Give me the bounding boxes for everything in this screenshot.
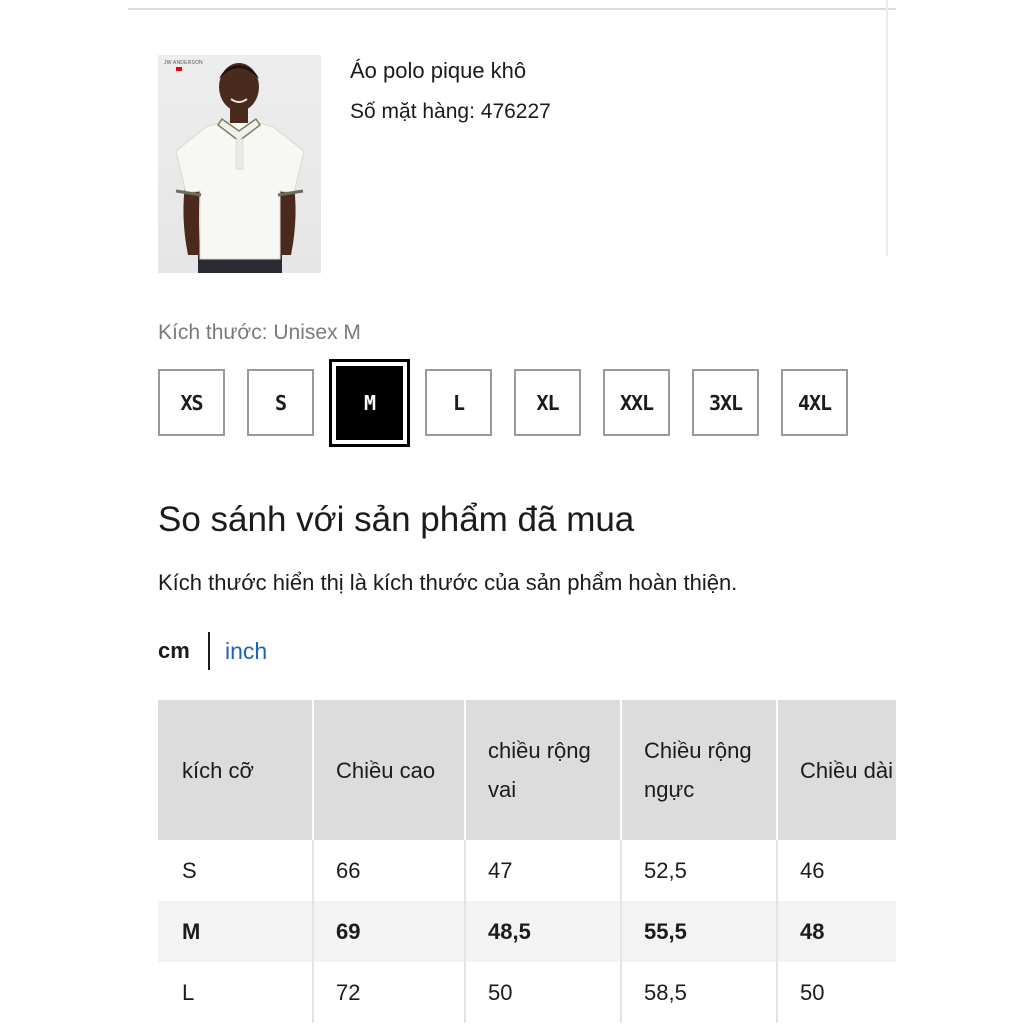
table-cell: L <box>158 962 314 1023</box>
table-row-highlighted: M 69 48,5 55,5 48 <box>158 901 896 962</box>
unit-inch-toggle[interactable]: inch <box>225 638 267 665</box>
table-cell: 66 <box>313 840 466 901</box>
table-cell: 47 <box>465 840 622 901</box>
size-option-s[interactable]: S <box>247 369 314 436</box>
table-row: S 66 47 52,5 46 <box>158 840 896 901</box>
table-row: L 72 50 58,5 50 <box>158 962 896 1023</box>
table-cell: 46 <box>777 840 896 901</box>
table-cell: 50 <box>777 962 896 1023</box>
size-guide-page: JW ANDERSON Áo polo pique khô Số mặt hàn… <box>0 0 1024 1024</box>
size-table-container[interactable]: kích cỡ Chiều cao chiều rộng vai Chiều r… <box>158 700 896 1024</box>
product-image: JW ANDERSON <box>158 55 321 273</box>
table-header-length: Chiều cao <box>313 700 466 840</box>
size-option-xl[interactable]: XL <box>514 369 581 436</box>
size-option-4xl[interactable]: 4XL <box>781 369 848 436</box>
size-option-3xl[interactable]: 3XL <box>692 369 759 436</box>
size-label: Kích thước: Unisex M <box>158 321 361 345</box>
size-option-xxl[interactable]: XXL <box>603 369 670 436</box>
table-header-size: kích cỡ <box>158 700 314 840</box>
table-cell: S <box>158 840 314 901</box>
unit-cm-toggle[interactable]: cm <box>158 638 190 664</box>
table-cell: 50 <box>465 962 622 1023</box>
table-header-chest: Chiều rộng ngực <box>621 700 778 840</box>
top-divider <box>128 8 896 10</box>
size-option-xs[interactable]: XS <box>158 369 225 436</box>
size-table: kích cỡ Chiều cao chiều rộng vai Chiều r… <box>158 700 896 1023</box>
compare-heading: So sánh với sản phẩm đã mua <box>158 500 635 539</box>
size-label-prefix: Kích thước: <box>158 321 268 344</box>
table-cell: 69 <box>313 901 466 962</box>
table-header-shoulder: chiều rộng vai <box>465 700 622 840</box>
size-selected-value: Unisex M <box>273 321 361 344</box>
side-divider <box>886 0 888 256</box>
table-cell: 72 <box>313 962 466 1023</box>
table-cell: 58,5 <box>621 962 778 1023</box>
table-header-row: kích cỡ Chiều cao chiều rộng vai Chiều r… <box>158 700 896 840</box>
item-number-value: 476227 <box>480 100 551 123</box>
table-cell: M <box>158 901 314 962</box>
item-number: Số mặt hàng: 476227 <box>350 100 551 124</box>
size-option-l[interactable]: L <box>425 369 492 436</box>
table-cell: 55,5 <box>621 901 778 962</box>
model-figure-icon <box>175 63 305 273</box>
compare-note: Kích thước hiển thị là kích thước của sả… <box>158 570 738 595</box>
product-name: Áo polo pique khô <box>350 58 527 83</box>
unit-divider <box>208 632 210 670</box>
size-option-m[interactable]: M <box>329 359 410 447</box>
table-header-sleeve: Chiều dài tay áo <box>777 700 896 840</box>
table-cell: 48,5 <box>465 901 622 962</box>
item-number-label: Số mặt hàng: <box>350 100 475 123</box>
table-cell: 48 <box>777 901 896 962</box>
table-cell: 52,5 <box>621 840 778 901</box>
